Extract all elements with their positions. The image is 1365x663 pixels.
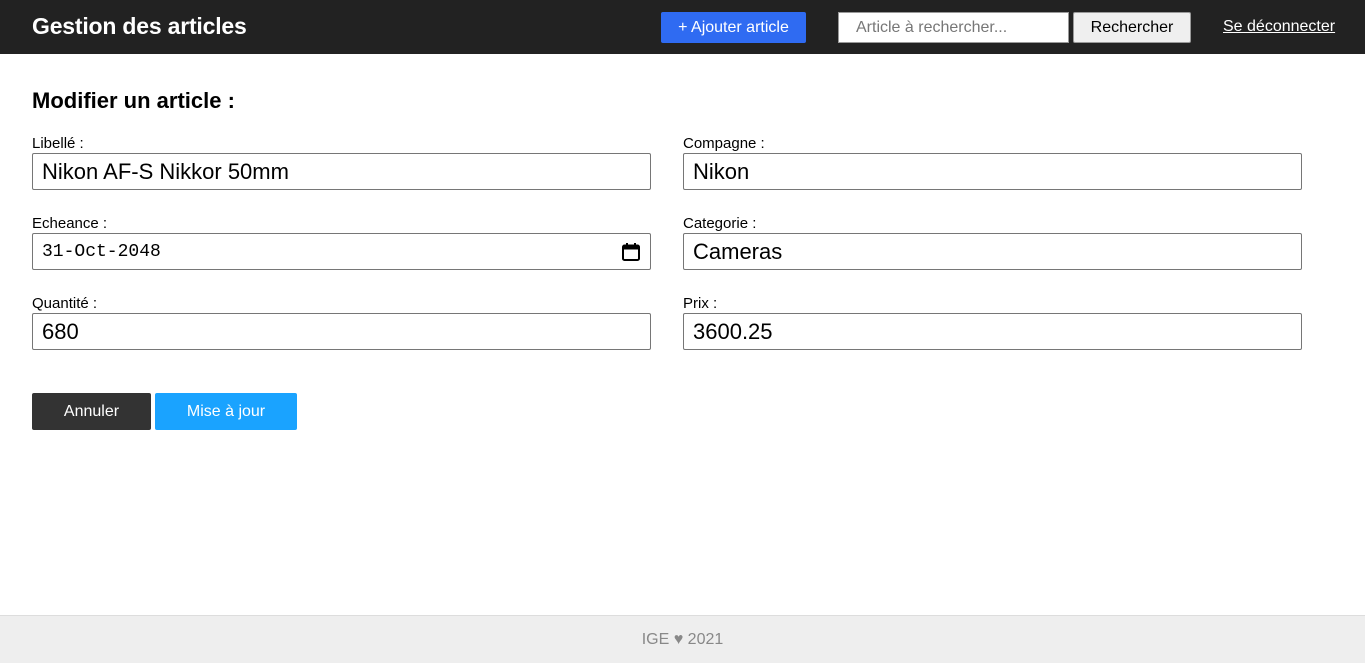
prix-field[interactable]: 3600.25 <box>683 313 1302 350</box>
top-navbar: Gestion des articles + Ajouter article R… <box>0 0 1365 54</box>
logout-link[interactable]: Se déconnecter <box>1223 18 1335 36</box>
add-article-button[interactable]: + Ajouter article <box>661 12 806 43</box>
compagne-label: Compagne : <box>683 135 765 152</box>
prix-value: 3600.25 <box>693 318 773 344</box>
compagne-value: Nikon <box>693 158 750 184</box>
calendar-icon[interactable] <box>621 242 641 262</box>
quantite-field[interactable]: 680 <box>32 313 651 350</box>
categorie-field[interactable]: Cameras <box>683 233 1302 270</box>
libelle-value: Nikon AF-S Nikkor 50mm <box>42 158 289 184</box>
form-title: Modifier un article : <box>32 88 235 113</box>
update-button[interactable]: Mise à jour <box>155 393 297 430</box>
categorie-label: Categorie : <box>683 215 757 232</box>
categorie-value: Cameras <box>693 238 783 264</box>
search-button[interactable]: Rechercher <box>1073 12 1191 43</box>
quantite-label: Quantité : <box>32 295 98 312</box>
libelle-field[interactable]: Nikon AF-S Nikkor 50mm <box>32 153 651 190</box>
echeance-value: 31-Oct-2048 <box>42 241 161 262</box>
footer: IGE ♥ 2021 <box>0 615 1365 663</box>
compagne-field[interactable]: Nikon <box>683 153 1302 190</box>
echeance-label: Echeance : <box>32 215 108 232</box>
app-title: Gestion des articles <box>32 13 247 39</box>
search-input[interactable] <box>838 12 1069 43</box>
footer-text: IGE ♥ 2021 <box>641 630 724 648</box>
quantite-value: 680 <box>42 318 79 344</box>
libelle-label: Libellé : <box>32 135 84 152</box>
prix-label: Prix : <box>683 295 718 312</box>
cancel-button[interactable]: Annuler <box>32 393 151 430</box>
echeance-date-field[interactable]: 31-Oct-2048 <box>32 233 651 270</box>
